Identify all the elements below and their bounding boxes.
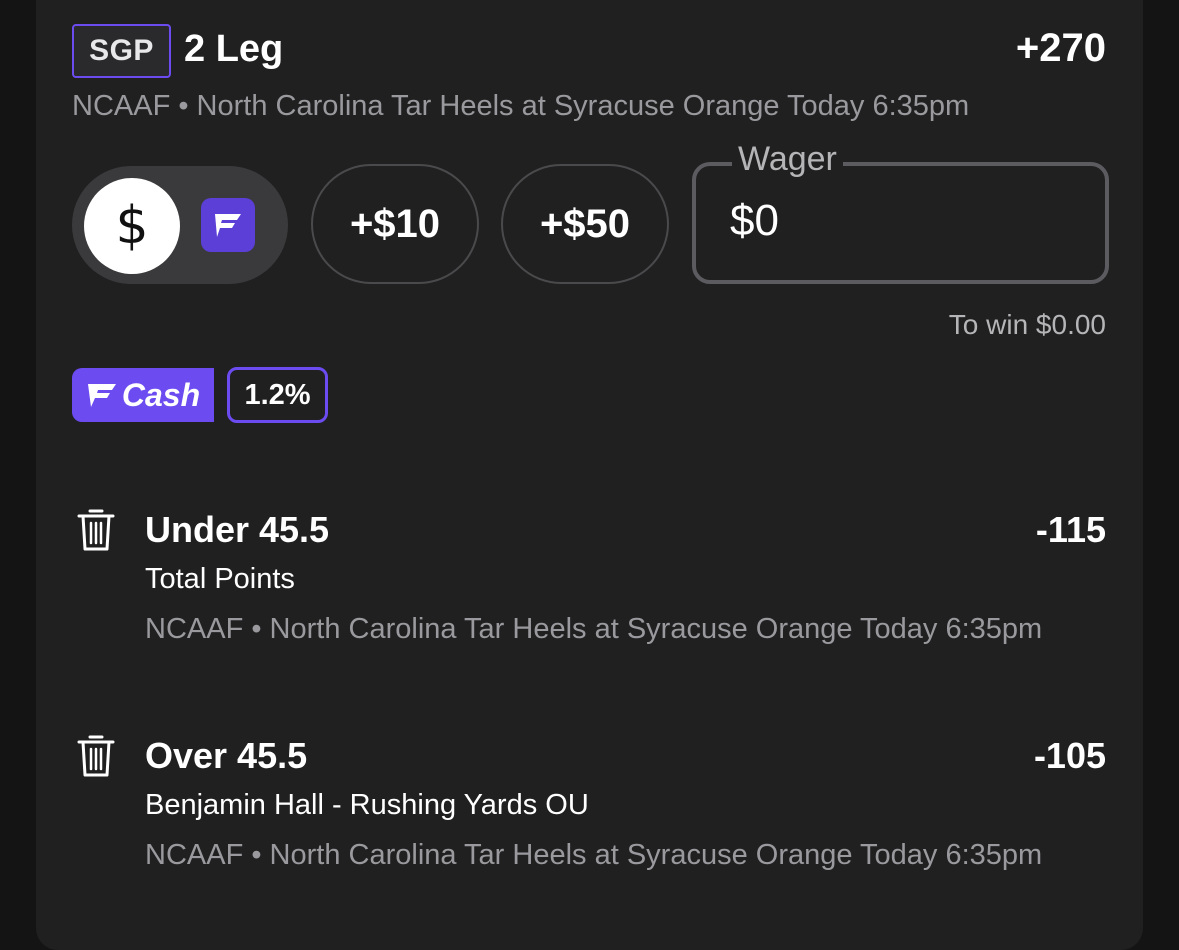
cash-badge: Cash [72, 368, 214, 422]
leg-selection: Under 45.5 [145, 509, 330, 550]
leg-event: NCAAF • North Carolina Tar Heels at Syra… [145, 839, 1043, 871]
bet-leg: Over 45.5 -105 Benjamin Hall - Rushing Y… [72, 731, 1106, 921]
wager-input[interactable] [730, 196, 1070, 246]
dollar-icon[interactable]: $ [84, 178, 180, 274]
fanduel-f-icon [87, 384, 116, 407]
total-odds: +270 [1015, 26, 1106, 70]
currency-toggle[interactable]: $ [72, 166, 288, 284]
trash-icon[interactable] [76, 507, 116, 553]
wager-field[interactable]: Wager [692, 140, 1109, 284]
legs-title: 2 Leg [184, 28, 284, 70]
add-10-button[interactable]: +$10 [311, 164, 479, 284]
leg-market: Benjamin Hall - Rushing Yards OU [145, 789, 589, 821]
add-50-button[interactable]: +$50 [501, 164, 669, 284]
to-win-text: To win $0.00 [948, 309, 1106, 340]
leg-market: Total Points [145, 563, 295, 595]
leg-selection: Over 45.5 [145, 735, 308, 776]
leg-event: NCAAF • North Carolina Tar Heels at Syra… [145, 613, 1043, 645]
sgp-badge: SGP [72, 24, 171, 78]
bet-header: SGP 2 Leg +270 [72, 24, 1106, 80]
bet-leg: Under 45.5 -115 Total Points NCAAF • Nor… [72, 505, 1106, 695]
leg-odds: -115 [1035, 509, 1106, 550]
fanduel-logo-icon[interactable] [201, 198, 255, 252]
cash-percent-badge: 1.2% [227, 367, 328, 423]
leg-odds: -105 [1033, 735, 1106, 776]
wager-label: Wager [732, 140, 843, 179]
trash-icon[interactable] [76, 733, 116, 779]
event-line: NCAAF • North Carolina Tar Heels at Syra… [72, 90, 970, 122]
cash-label: Cash [121, 376, 201, 413]
